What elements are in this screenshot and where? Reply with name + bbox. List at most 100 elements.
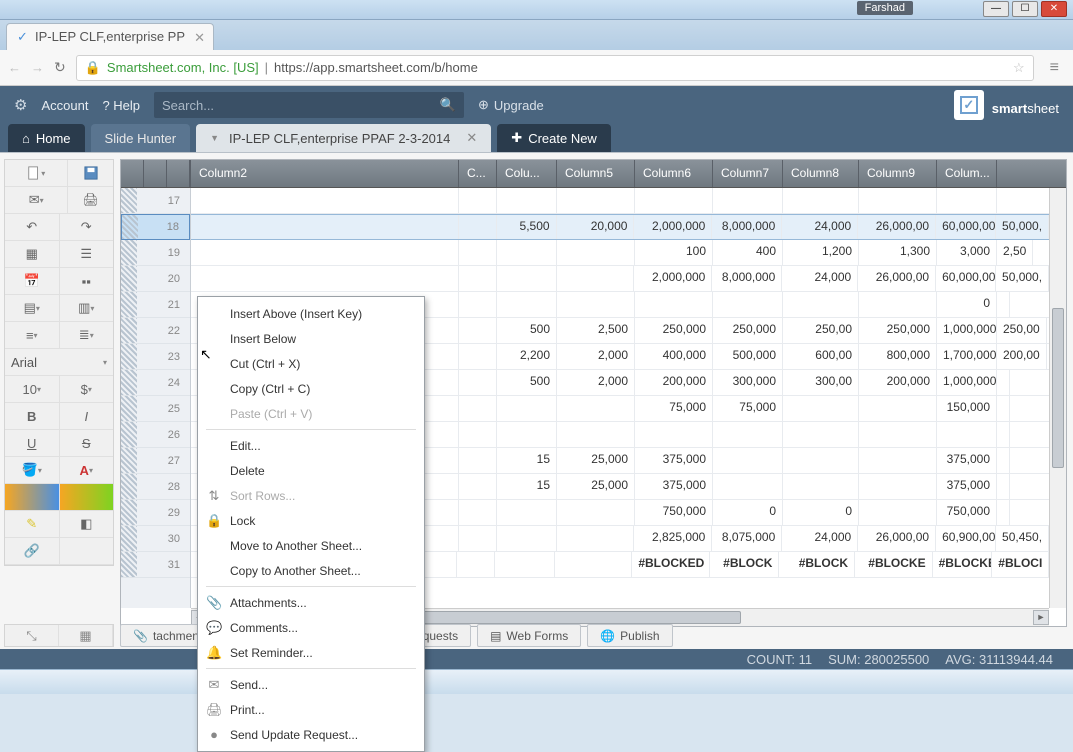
underline-button[interactable]: U [5, 430, 60, 456]
cell[interactable]: 50,450, [996, 526, 1049, 551]
tab-create-new[interactable]: ✚ Create New [497, 124, 611, 152]
strike-button[interactable]: S [60, 430, 114, 456]
cell[interactable] [497, 292, 557, 317]
cell[interactable]: 500 [497, 318, 557, 343]
fill-color-button[interactable]: 🪣▾ [5, 457, 60, 483]
cell[interactable] [713, 292, 783, 317]
cell[interactable] [783, 422, 859, 447]
column-header[interactable]: Column5 [557, 160, 635, 187]
toolbar-indent-button[interactable]: ▥▾ [60, 295, 114, 321]
column-header[interactable]: Column7 [713, 160, 783, 187]
cell[interactable]: 15 [497, 474, 557, 499]
cell[interactable]: 2,50 [997, 240, 1033, 265]
toolbar-wrap-button[interactable]: ≣▾ [60, 322, 114, 348]
column-header[interactable]: Column8 [783, 160, 859, 187]
row-header[interactable]: 27 [121, 448, 190, 474]
toolbar-mail-button[interactable]: ✉▾ [5, 187, 68, 213]
cell[interactable]: 75,000 [713, 396, 783, 421]
cell[interactable]: #BLOCKE [855, 552, 933, 577]
cell[interactable]: 24,000 [782, 215, 858, 239]
cell[interactable] [783, 448, 859, 473]
cell[interactable] [459, 292, 497, 317]
search-input[interactable]: Search... 🔍 [154, 92, 464, 118]
cell[interactable]: 2,000,000 [634, 266, 712, 291]
toolbar-highlight-icon[interactable] [60, 484, 114, 510]
cell[interactable]: 60,000,000 [936, 266, 996, 291]
row-header[interactable]: 28 [121, 474, 190, 500]
cell[interactable] [497, 240, 557, 265]
cell[interactable] [937, 422, 997, 447]
bold-button[interactable]: B [5, 403, 60, 429]
cell[interactable]: 3,000 [937, 240, 997, 265]
toolbar-redo-button[interactable]: ↷ [60, 214, 114, 240]
cell[interactable]: 250,000 [635, 318, 713, 343]
search-icon[interactable]: 🔍 [440, 97, 456, 113]
cell[interactable]: 100 [635, 240, 713, 265]
gear-icon[interactable]: ⚙ [14, 96, 27, 114]
cell[interactable]: 150,000 [937, 396, 997, 421]
cell[interactable] [557, 188, 635, 213]
cell[interactable]: 24,000 [782, 526, 858, 551]
row-header[interactable]: 24 [121, 370, 190, 396]
cell[interactable]: 375,000 [635, 448, 713, 473]
text-color-button[interactable]: A▾ [60, 457, 114, 483]
upgrade-link[interactable]: ⊕ Upgrade [478, 97, 544, 113]
cell[interactable]: 25,000 [557, 474, 635, 499]
cell[interactable] [557, 240, 635, 265]
cell[interactable] [997, 422, 1010, 447]
toolbar-align-button[interactable]: ≡▾ [5, 322, 60, 348]
cell[interactable] [497, 396, 557, 421]
context-menu-item[interactable]: Copy to Another Sheet... [198, 558, 424, 583]
cell[interactable] [859, 474, 937, 499]
row-header[interactable]: 21 [121, 292, 190, 318]
cell[interactable] [859, 448, 937, 473]
cell[interactable] [557, 500, 635, 525]
scroll-right-icon[interactable]: ► [1033, 610, 1049, 625]
cell[interactable] [713, 422, 783, 447]
table-row[interactable]: 1004001,2001,3003,0002,50 [191, 240, 1049, 266]
context-menu-item[interactable]: Copy (Ctrl + C) [198, 376, 424, 401]
cell[interactable]: 50,000, [996, 266, 1049, 291]
cell[interactable]: 8,000,000 [712, 266, 782, 291]
cell[interactable]: 0 [937, 292, 997, 317]
cell[interactable] [997, 370, 1010, 395]
cell[interactable]: 500,000 [713, 344, 783, 369]
cell[interactable]: 2,825,000 [634, 526, 712, 551]
tab-slide-hunter[interactable]: Slide Hunter [91, 124, 191, 152]
toolbar-calendar-icon[interactable]: 📅 [5, 268, 60, 294]
close-button[interactable]: ✕ [1041, 1, 1067, 17]
italic-button[interactable]: I [60, 403, 114, 429]
cell[interactable] [635, 188, 713, 213]
context-menu-item[interactable]: 🔔Set Reminder... [198, 640, 424, 665]
table-row[interactable] [191, 188, 1049, 214]
cell[interactable] [191, 188, 459, 213]
cell[interactable]: 1,000,000 [937, 370, 997, 395]
reload-button[interactable]: ↻ [54, 59, 66, 76]
cell[interactable] [459, 474, 497, 499]
cell[interactable] [937, 188, 997, 213]
cell[interactable]: 375,000 [937, 448, 997, 473]
account-link[interactable]: Account [41, 98, 88, 113]
cell[interactable]: #BLOCKE [933, 552, 993, 577]
cell[interactable]: 20,000 [557, 215, 635, 239]
row-header[interactable]: 20 [121, 266, 190, 292]
context-menu-item[interactable]: Insert Above (Insert Key) [198, 301, 424, 326]
cell[interactable] [459, 215, 497, 239]
cell[interactable]: 500 [497, 370, 557, 395]
bottom-button[interactable]: 🌐Publish [587, 624, 672, 647]
cell[interactable] [191, 266, 459, 291]
toolbar-format-button[interactable]: $▾ [60, 376, 114, 402]
cell[interactable] [497, 188, 557, 213]
bottom-button[interactable]: ▤Web Forms [477, 624, 581, 647]
toolbar-print-button[interactable]: 🖨 [68, 187, 113, 213]
cell[interactable]: 200,000 [859, 370, 937, 395]
cell[interactable]: 600,00 [783, 344, 859, 369]
cell[interactable] [713, 474, 783, 499]
bookmark-star-icon[interactable]: ☆ [1013, 60, 1025, 76]
cell[interactable] [557, 526, 635, 551]
cell[interactable]: #BLOCK [710, 552, 780, 577]
cell[interactable]: 250,00 [783, 318, 859, 343]
cell[interactable] [459, 526, 497, 551]
cell[interactable] [459, 344, 497, 369]
cell[interactable] [557, 422, 635, 447]
